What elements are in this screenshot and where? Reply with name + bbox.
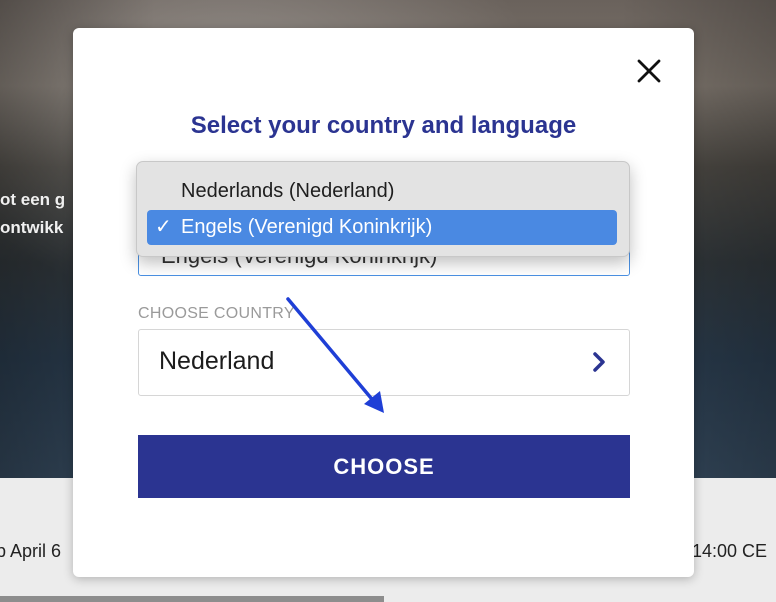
country-select-value: Nederland	[159, 347, 275, 375]
country-select[interactable]: Nederland	[138, 329, 630, 396]
language-option-label: Nederlands (Nederland)	[181, 180, 395, 202]
hero-text-line-2: ontwikk	[0, 218, 64, 237]
checkmark-icon: ✓	[155, 216, 172, 238]
country-language-modal: Select your country and language Engels …	[73, 28, 694, 577]
choose-button[interactable]: CHOOSE	[138, 435, 630, 498]
event-date-text: p April 6	[0, 541, 62, 561]
language-option-label: Engels (Verenigd Koninkrijk)	[181, 216, 433, 238]
modal-title: Select your country and language	[190, 112, 577, 139]
language-option-engels[interactable]: ✓ Engels (Verenigd Koninkrijk)	[147, 210, 617, 245]
hero-text-line-1: ot een g	[0, 190, 66, 209]
page: ot een g ontwikk p April 6 14:00 CE Sele…	[0, 0, 776, 602]
language-option-nederlands[interactable]: Nederlands (Nederland)	[147, 174, 617, 209]
language-dropdown-list: Nederlands (Nederland) ✓ Engels (Verenig…	[136, 161, 630, 257]
chevron-right-icon	[593, 352, 605, 372]
choose-country-label: CHOOSE COUNTRY	[138, 305, 295, 322]
close-icon[interactable]	[634, 56, 664, 86]
below-fold-bar	[0, 596, 384, 602]
event-time-text: 14:00 CE	[692, 541, 768, 561]
